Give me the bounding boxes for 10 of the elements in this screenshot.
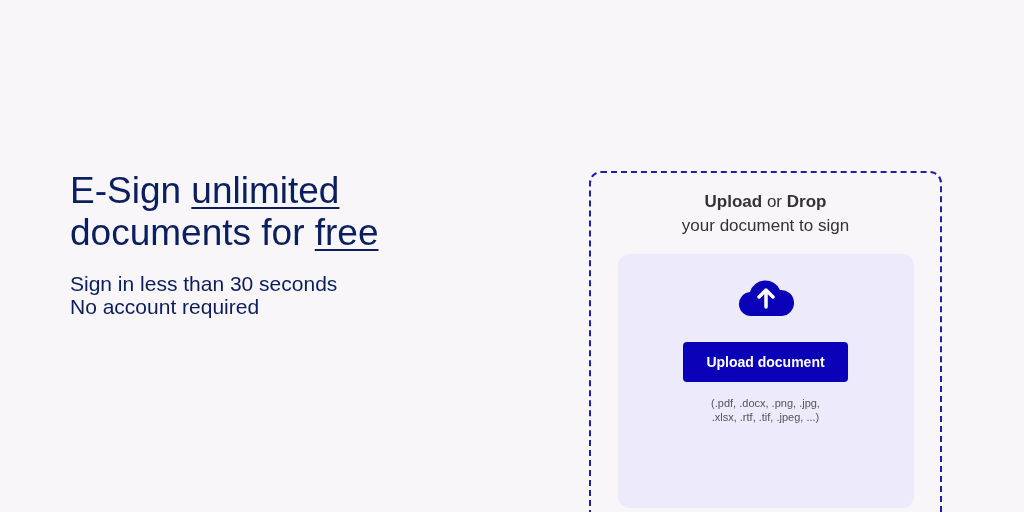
subtitle-text: Sign in less than 30 seconds [70,272,338,295]
upload-prompt: Upload or Drop [704,191,827,213]
cloud-upload-icon [737,278,794,316]
drop-zone[interactable]: Upload or Drop your document to sign Upload document (.pdf, .docx, .png, .jpg, .xlsx, .rtf, .tif, .jpeg, ...) [589,171,942,512]
file-formats-text: (.pdf, .docx, .png, .jpg, [711,396,820,410]
file-formats-text: .xlsx, .rtf, .tif, .jpeg, ...) [711,410,820,424]
headline: E-Sign unlimited documents for free [70,170,379,254]
upload-prompt-text: your document to sign [681,215,850,237]
upload-document-button[interactable]: Upload document [683,342,848,382]
subtitle-text: No account required [70,295,260,318]
